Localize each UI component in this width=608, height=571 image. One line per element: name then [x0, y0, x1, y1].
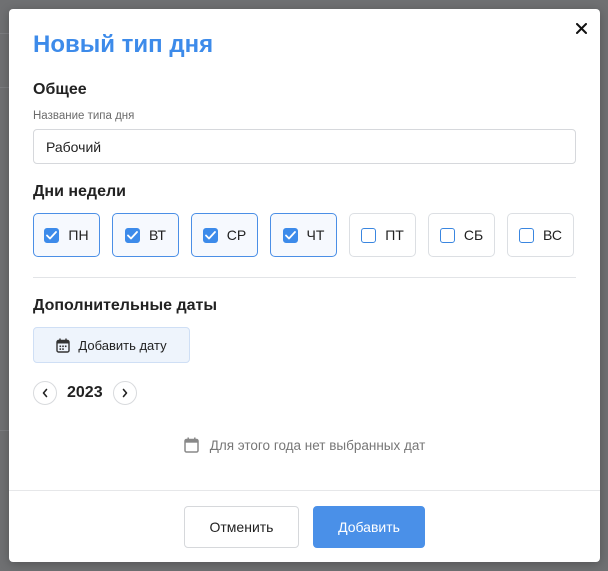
- chevron-left-icon: [42, 388, 48, 398]
- dialog-title: Новый тип дня: [33, 31, 214, 58]
- weekday-label: ПН: [68, 227, 89, 243]
- previous-year-button[interactable]: [33, 381, 57, 405]
- day-type-name-label: Название типа дня: [33, 110, 135, 122]
- calendar-icon: [183, 437, 199, 453]
- weekday-option-thu[interactable]: ЧТ: [270, 213, 337, 257]
- checkbox[interactable]: [125, 227, 141, 243]
- no-dates-message: Для этого года нет выбранных дат: [9, 437, 600, 453]
- close-button[interactable]: [572, 19, 590, 37]
- checkbox[interactable]: [202, 227, 218, 243]
- checkbox[interactable]: [439, 227, 455, 243]
- extra-dates-section-heading: Дополнительные даты: [33, 297, 218, 314]
- section-divider: [33, 277, 576, 278]
- add-date-button-label: Добавить дату: [78, 337, 167, 353]
- weekday-label: СР: [226, 227, 247, 243]
- cancel-button[interactable]: Отменить: [184, 506, 299, 548]
- chevron-right-icon: [122, 388, 127, 398]
- weekday-selector: ПН ВТ СР ЧТ ПТ СБ ВС: [33, 213, 574, 257]
- weekday-option-tue[interactable]: ВТ: [112, 213, 179, 257]
- weekday-option-wed[interactable]: СР: [191, 213, 258, 257]
- year-navigator: 2023: [33, 381, 137, 405]
- no-dates-text: Для этого года нет выбранных дат: [209, 437, 426, 453]
- add-date-button[interactable]: Добавить дату: [33, 327, 190, 363]
- next-year-button[interactable]: [112, 381, 137, 405]
- background-line: [0, 33, 9, 34]
- weekday-option-sat[interactable]: СБ: [428, 213, 495, 257]
- weekdays-section-heading: Дни недели: [33, 183, 126, 200]
- weekday-label: ПТ: [385, 227, 404, 243]
- footer-divider: [9, 490, 600, 491]
- general-section-heading: Общее: [33, 81, 87, 98]
- day-type-name-input[interactable]: [33, 129, 576, 164]
- checkbox[interactable]: [44, 227, 60, 243]
- weekday-label: ВС: [543, 227, 562, 243]
- check-icon: [127, 230, 138, 239]
- checkbox[interactable]: [519, 227, 534, 243]
- calendar-icon: [56, 338, 71, 353]
- check-icon: [204, 230, 216, 239]
- background-line: [0, 87, 9, 88]
- weekday-label: СБ: [463, 227, 484, 243]
- check-icon: [46, 230, 58, 239]
- weekday-option-mon[interactable]: ПН: [33, 213, 100, 257]
- check-icon: [284, 230, 296, 239]
- close-icon: [575, 22, 587, 34]
- new-day-type-dialog: Новый тип дня Общее Название типа дня Дн…: [9, 9, 600, 562]
- add-button[interactable]: Добавить: [313, 506, 425, 548]
- checkbox[interactable]: [282, 227, 298, 243]
- weekday-option-sun[interactable]: ВС: [507, 213, 574, 257]
- weekday-label: ВТ: [149, 227, 166, 243]
- weekday-option-fri[interactable]: ПТ: [349, 213, 416, 257]
- checkbox[interactable]: [361, 227, 377, 243]
- weekday-label: ЧТ: [306, 227, 325, 243]
- current-year: 2023: [67, 384, 103, 401]
- background-line: [0, 430, 9, 431]
